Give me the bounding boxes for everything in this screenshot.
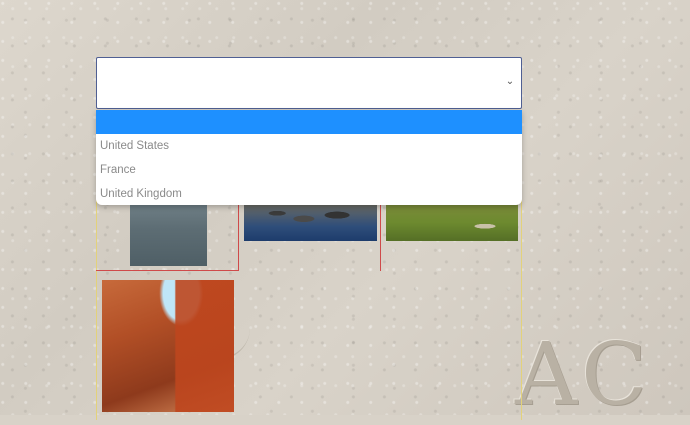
chevron-down-icon[interactable]: ⌄ bbox=[505, 77, 515, 87]
country-select[interactable]: ⌄ bbox=[96, 57, 522, 109]
country-dropdown-list: United States France United Kingdom bbox=[96, 110, 522, 205]
divider-line bbox=[380, 204, 381, 271]
gallery-image-lake[interactable] bbox=[130, 204, 207, 266]
option-france[interactable]: France bbox=[96, 158, 522, 182]
divider-line bbox=[238, 204, 239, 271]
option-united-states[interactable]: United States bbox=[96, 134, 522, 158]
wall-graffiti: AC bbox=[515, 325, 651, 425]
gallery-image-rocks[interactable] bbox=[244, 204, 377, 241]
gallery-image-canyon[interactable] bbox=[102, 280, 234, 412]
option-empty[interactable] bbox=[96, 110, 522, 134]
option-united-kingdom[interactable]: United Kingdom bbox=[96, 182, 522, 205]
gallery-image-moss[interactable] bbox=[386, 204, 518, 241]
divider-line bbox=[96, 270, 239, 271]
